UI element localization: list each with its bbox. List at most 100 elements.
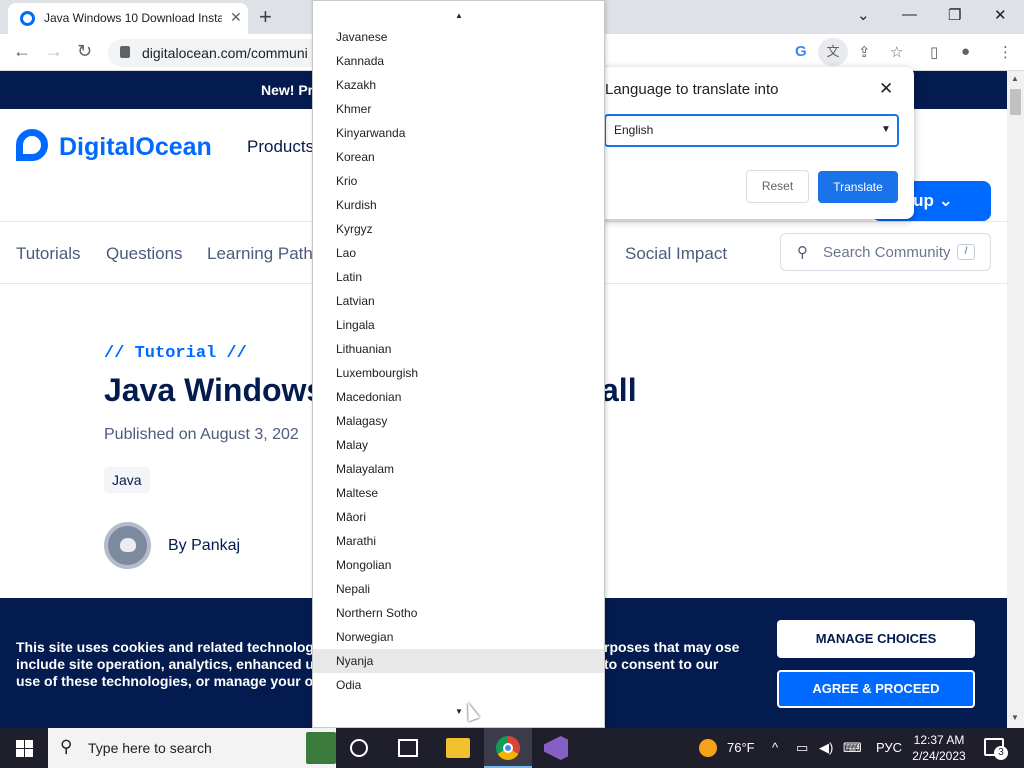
chrome-taskbar-icon[interactable] xyxy=(484,728,532,768)
chevron-up-icon[interactable]: ^ xyxy=(772,740,778,755)
banner-text: New! Pr xyxy=(261,82,314,98)
language-option[interactable]: Malay xyxy=(313,433,604,457)
language-option[interactable]: Krio xyxy=(313,169,604,193)
share-icon[interactable]: ⇪ xyxy=(858,43,871,61)
tab-title: Java Windows 10 Download Insta xyxy=(44,11,222,25)
language-option[interactable]: Lithuanian xyxy=(313,337,604,361)
scroll-up-icon[interactable]: ▲ xyxy=(455,11,463,20)
scrollbar-thumb[interactable] xyxy=(1010,89,1021,115)
language-option[interactable]: Malayalam xyxy=(313,457,604,481)
scroll-down-icon[interactable]: ▼ xyxy=(1011,713,1019,722)
digitalocean-logo-icon[interactable] xyxy=(16,129,48,161)
subnav-questions[interactable]: Questions xyxy=(106,244,183,264)
translate-popup: Language to translate into ✕ English ▼ R… xyxy=(596,67,914,219)
weather-sun-icon[interactable] xyxy=(699,739,717,757)
language-option[interactable]: Kyrgyz xyxy=(313,217,604,241)
restore-button[interactable]: ❐ xyxy=(948,6,961,24)
language-option[interactable]: Nyanja xyxy=(313,649,604,673)
article-title-end: all xyxy=(601,372,637,408)
cortana-icon[interactable] xyxy=(350,739,368,757)
kebab-menu-icon[interactable]: ⋮ xyxy=(998,43,1013,61)
search-community-input[interactable]: ⚲ Search Community / xyxy=(780,233,991,271)
language-option[interactable]: Northern Sotho xyxy=(313,601,604,625)
language-option[interactable]: Maltese xyxy=(313,481,604,505)
file-explorer-icon[interactable] xyxy=(446,738,470,758)
translate-button[interactable]: Translate xyxy=(818,171,898,203)
language-option[interactable]: Kannada xyxy=(313,49,604,73)
language-option[interactable]: Norwegian xyxy=(313,625,604,649)
taskbar-search-placeholder: Type here to search xyxy=(88,740,212,756)
language-option[interactable]: Kazakh xyxy=(313,73,604,97)
agree-proceed-button[interactable]: AGREE & PROCEED xyxy=(777,670,975,708)
author-name[interactable]: By Pankaj xyxy=(168,537,240,555)
logo-text[interactable]: DigitalOcean xyxy=(59,133,212,162)
chrome-logo-icon xyxy=(496,736,520,760)
author-avatar[interactable] xyxy=(104,522,151,569)
language-option[interactable]: Macedonian xyxy=(313,385,604,409)
subnav-learning-paths[interactable]: Learning Path xyxy=(207,244,313,264)
chevron-down-icon: ▼ xyxy=(881,124,891,135)
input-language[interactable]: РУС xyxy=(876,740,902,755)
close-window-button[interactable]: ✕ xyxy=(994,6,1007,24)
language-option[interactable]: Korean xyxy=(313,145,604,169)
subnav-social-impact[interactable]: Social Impact xyxy=(625,244,727,264)
profile-avatar-icon[interactable]: ● xyxy=(961,43,970,60)
translate-icon[interactable]: 文 xyxy=(818,38,848,66)
subnav-tutorials[interactable]: Tutorials xyxy=(16,244,81,264)
minimize-button[interactable]: — xyxy=(902,6,917,23)
reset-button[interactable]: Reset xyxy=(746,170,809,203)
lock-icon xyxy=(120,46,130,58)
scroll-up-icon[interactable]: ▲ xyxy=(1011,74,1019,83)
manage-choices-button[interactable]: MANAGE CHOICES xyxy=(777,620,975,658)
bookmark-star-icon[interactable]: ☆ xyxy=(890,43,903,61)
selected-language: English xyxy=(614,123,654,137)
language-option[interactable]: Malagasy xyxy=(313,409,604,433)
language-option[interactable]: Lingala xyxy=(313,313,604,337)
language-option[interactable]: Kurdish xyxy=(313,193,604,217)
forward-arrow-icon[interactable]: → xyxy=(45,41,63,62)
language-option[interactable]: Khmer xyxy=(313,97,604,121)
language-option[interactable]: Latvian xyxy=(313,289,604,313)
language-dropdown-list[interactable]: ▲ Javanese Kannada Kazakh Khmer Kinyarwanda K… xyxy=(312,0,605,728)
language-option[interactable]: Kinyarwanda xyxy=(313,121,604,145)
google-lens-icon[interactable]: G xyxy=(795,43,807,60)
language-option[interactable]: Luxembourgish xyxy=(313,361,604,385)
windows-start-icon[interactable] xyxy=(16,740,33,757)
search-icon: ⚲ xyxy=(60,737,73,756)
search-shortcut-key: / xyxy=(957,244,975,260)
keyboard-icon[interactable]: ⌨ xyxy=(843,740,862,756)
task-view-icon[interactable] xyxy=(398,739,418,757)
clock-date: 2/24/2023 xyxy=(912,749,966,763)
language-option[interactable]: Odia xyxy=(313,673,604,697)
system-clock[interactable]: 12:37 AM 2/24/2023 xyxy=(906,732,972,764)
close-icon[interactable]: ✕ xyxy=(879,79,893,99)
nav-products[interactable]: Products xyxy=(247,137,314,157)
language-option[interactable]: Javanese xyxy=(313,25,604,49)
language-option[interactable]: Nepali xyxy=(313,577,604,601)
tab-search-icon[interactable]: ⌄ xyxy=(857,6,870,24)
taskbar-search-input[interactable]: ⚲ Type here to search xyxy=(48,728,336,768)
side-panel-icon[interactable]: ▯ xyxy=(930,43,938,61)
published-date: Published on August 3, 202 xyxy=(104,426,299,443)
tag-java[interactable]: Java xyxy=(104,467,150,493)
language-option[interactable]: Mongolian xyxy=(313,553,604,577)
scroll-down-icon[interactable]: ▼ xyxy=(455,707,463,716)
language-option[interactable]: Latin xyxy=(313,265,604,289)
page-scrollbar[interactable]: ▲ ▼ xyxy=(1007,71,1024,728)
volume-icon[interactable]: ◀) xyxy=(819,740,833,756)
back-arrow-icon[interactable]: ← xyxy=(13,41,31,62)
tab-close-icon[interactable]: ✕ xyxy=(230,9,242,26)
visual-studio-icon[interactable] xyxy=(544,736,568,760)
language-option[interactable]: Lao xyxy=(313,241,604,265)
new-tab-button[interactable]: + xyxy=(259,4,272,30)
language-option[interactable]: Māori xyxy=(313,505,604,529)
weather-temperature[interactable]: 76°F xyxy=(727,740,755,755)
address-bar[interactable]: digitalocean.com/communi xyxy=(108,39,318,67)
browser-tab[interactable]: Java Windows 10 Download Insta ✕ xyxy=(8,3,248,34)
cookie-text-continued: rposes that may ose to consent to our xyxy=(604,639,740,672)
reload-icon[interactable]: ↻ xyxy=(77,41,92,62)
article-title: Java Windows xyxy=(104,372,325,408)
language-option[interactable]: Marathi xyxy=(313,529,604,553)
network-icon[interactable]: ▭ xyxy=(796,740,808,756)
language-select[interactable]: English ▼ xyxy=(604,114,899,147)
